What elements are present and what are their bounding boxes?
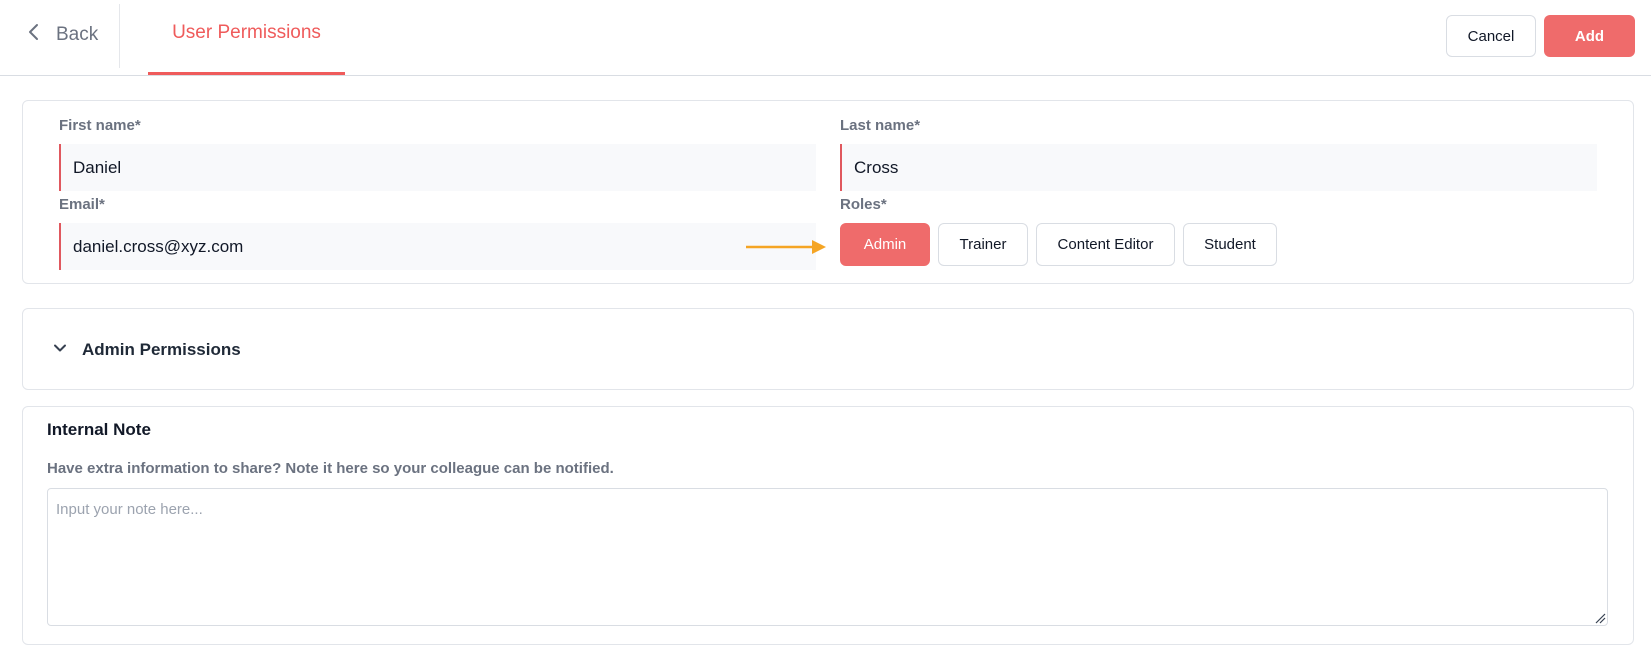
add-button[interactable]: Add [1544, 15, 1635, 57]
email-label: Email* [59, 196, 105, 213]
roles-label: Roles* [840, 196, 887, 213]
chevron-left-icon [24, 22, 44, 48]
role-trainer-button[interactable]: Trainer [938, 223, 1028, 266]
back-button[interactable]: Back [24, 20, 98, 50]
chevron-down-icon [52, 340, 68, 361]
resize-handle-icon[interactable] [1594, 612, 1606, 624]
first-name-label: First name* [59, 117, 141, 134]
email-field[interactable]: daniel.cross@xyz.com [59, 223, 816, 270]
cancel-button[interactable]: Cancel [1446, 15, 1536, 57]
last-name-field[interactable]: Cross [840, 144, 1597, 191]
tab-user-permissions[interactable]: User Permissions [148, 0, 345, 76]
internal-note-textarea[interactable]: Input your note here... [47, 488, 1608, 626]
header-divider [119, 4, 120, 68]
first-name-field[interactable]: Daniel [59, 144, 816, 191]
role-student-button[interactable]: Student [1183, 223, 1277, 266]
internal-note-description: Have extra information to share? Note it… [47, 460, 614, 477]
internal-note-title: Internal Note [47, 420, 151, 439]
admin-permissions-title: Admin Permissions [82, 340, 241, 359]
back-label: Back [56, 24, 99, 45]
admin-permissions-card [22, 308, 1634, 390]
role-admin-button[interactable]: Admin [840, 223, 930, 266]
admin-permissions-toggle[interactable]: Admin Permissions [52, 338, 241, 362]
active-tab-indicator [148, 72, 345, 75]
role-content-editor-button[interactable]: Content Editor [1036, 223, 1175, 266]
arrow-right-icon [746, 240, 826, 254]
last-name-label: Last name* [840, 117, 921, 134]
